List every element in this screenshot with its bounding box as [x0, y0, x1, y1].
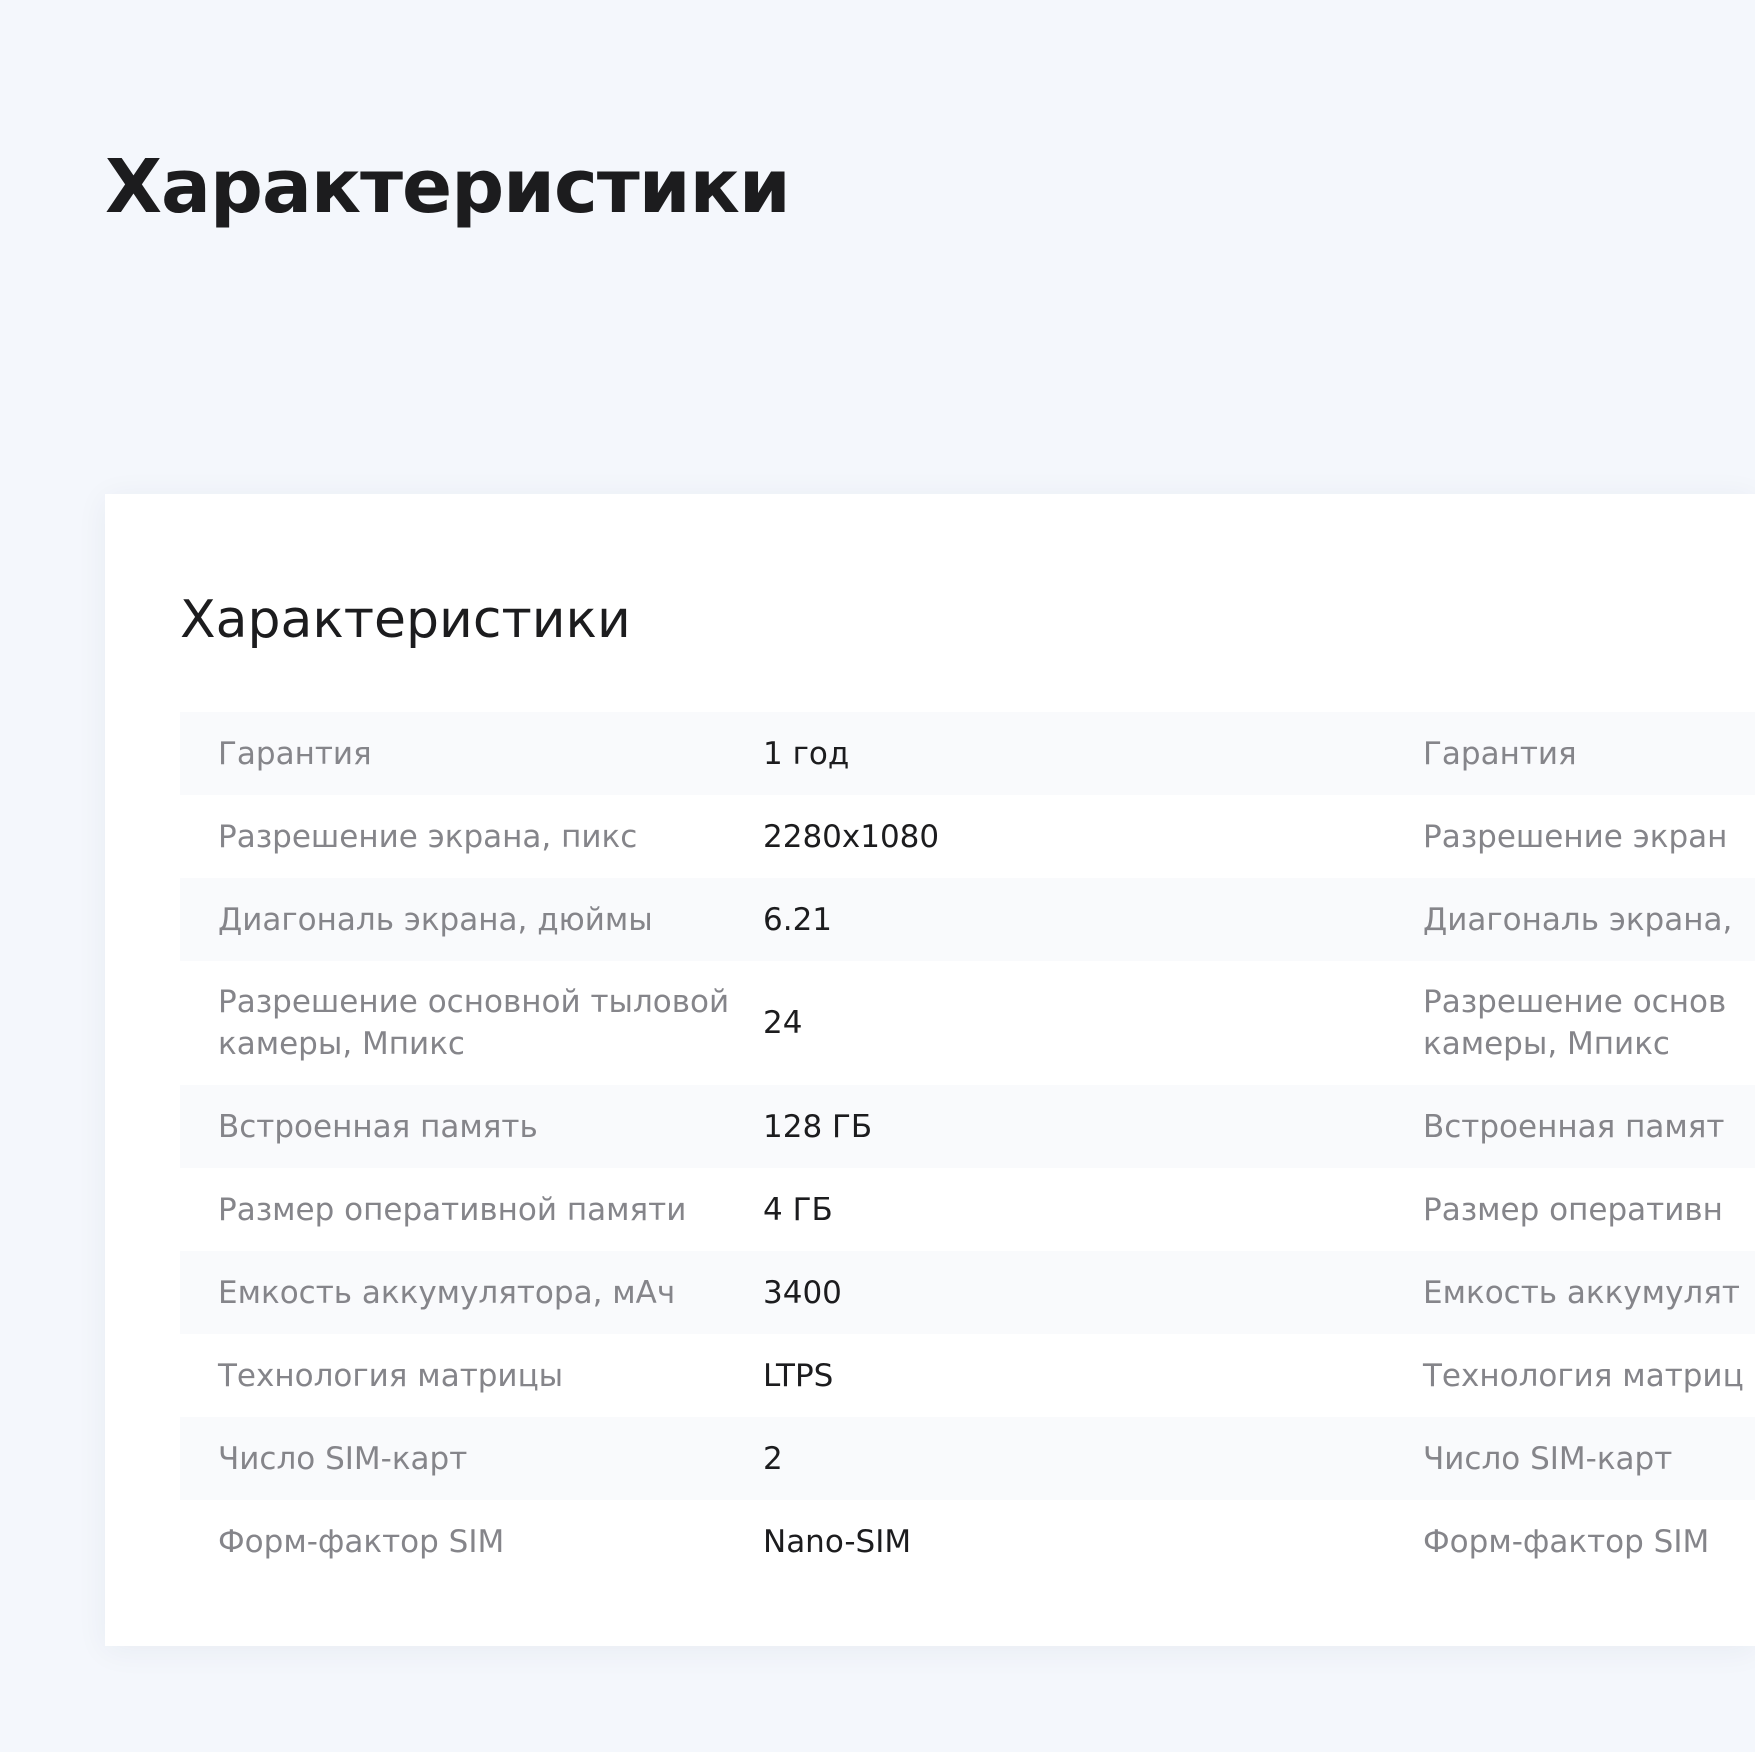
spec-value: 2280x1080 [763, 818, 940, 855]
spec-label-compare: Диагональ экрана, [1385, 878, 1755, 961]
spec-label: Разрешение основной тыловой камеры, Мпик… [218, 984, 730, 1062]
spec-label-compare: Емкость аккумулят [1385, 1251, 1755, 1334]
spec-label-compare: Встроенная памят [1385, 1085, 1755, 1168]
spec-value: 6.21 [763, 878, 1385, 961]
spec-value: 24 [763, 1005, 803, 1041]
spec-value: 1 год [763, 712, 1385, 795]
table-row: Число SIM-карт 2 Число SIM-карт [180, 1417, 1755, 1500]
spec-label-compare: Форм-фактор SIM [1423, 1523, 1710, 1560]
page-title: Характеристики [105, 144, 791, 230]
spec-label: Число SIM-карт [180, 1417, 763, 1500]
table-row: Разрешение экрана, пикс 2280x1080 Разреш… [180, 795, 1755, 878]
spec-label-compare: Разрешение основ камеры, Мпикс [1423, 984, 1727, 1062]
spec-value: 3400 [763, 1251, 1385, 1334]
spec-label-compare: Технология матриц [1423, 1357, 1744, 1394]
table-row: Размер оперативной памяти 4 ГБ Размер оп… [180, 1168, 1755, 1251]
specs-card: Характеристики Гарантия 1 год Гарантия Р… [105, 494, 1755, 1646]
spec-label-compare: Размер оперативн [1423, 1191, 1723, 1228]
spec-label-compare: Число SIM-карт [1385, 1417, 1755, 1500]
spec-label: Форм-фактор SIM [218, 1523, 505, 1560]
spec-value: 128 ГБ [763, 1085, 1385, 1168]
table-row: Гарантия 1 год Гарантия [180, 712, 1755, 795]
spec-label: Емкость аккумулятора, мАч [180, 1251, 763, 1334]
table-row: Диагональ экрана, дюймы 6.21 Диагональ э… [180, 878, 1755, 961]
spec-label: Диагональ экрана, дюймы [180, 878, 763, 961]
table-row: Разрешение основной тыловой камеры, Мпик… [180, 961, 1755, 1085]
spec-value: 2 [763, 1417, 1385, 1500]
spec-value: Nano-SIM [763, 1523, 912, 1560]
card-title: Характеристики [180, 590, 631, 650]
table-row: Форм-фактор SIM Nano-SIM Форм-фактор SIM [180, 1500, 1755, 1583]
table-row: Емкость аккумулятора, мАч 3400 Емкость а… [180, 1251, 1755, 1334]
spec-label-compare: Разрешение экран [1423, 818, 1728, 855]
specs-table: Гарантия 1 год Гарантия Разрешение экран… [180, 712, 1755, 1583]
table-row: Технология матрицы LTPS Технология матри… [180, 1334, 1755, 1417]
table-row: Встроенная память 128 ГБ Встроенная памя… [180, 1085, 1755, 1168]
spec-label: Размер оперативной памяти [218, 1191, 687, 1228]
spec-value: LTPS [763, 1357, 834, 1394]
spec-label: Разрешение экрана, пикс [218, 818, 638, 855]
spec-label: Гарантия [180, 712, 763, 795]
spec-label: Встроенная память [180, 1085, 763, 1168]
spec-label: Технология матрицы [218, 1357, 564, 1394]
spec-label-compare: Гарантия [1385, 712, 1755, 795]
spec-value: 4 ГБ [763, 1191, 833, 1228]
